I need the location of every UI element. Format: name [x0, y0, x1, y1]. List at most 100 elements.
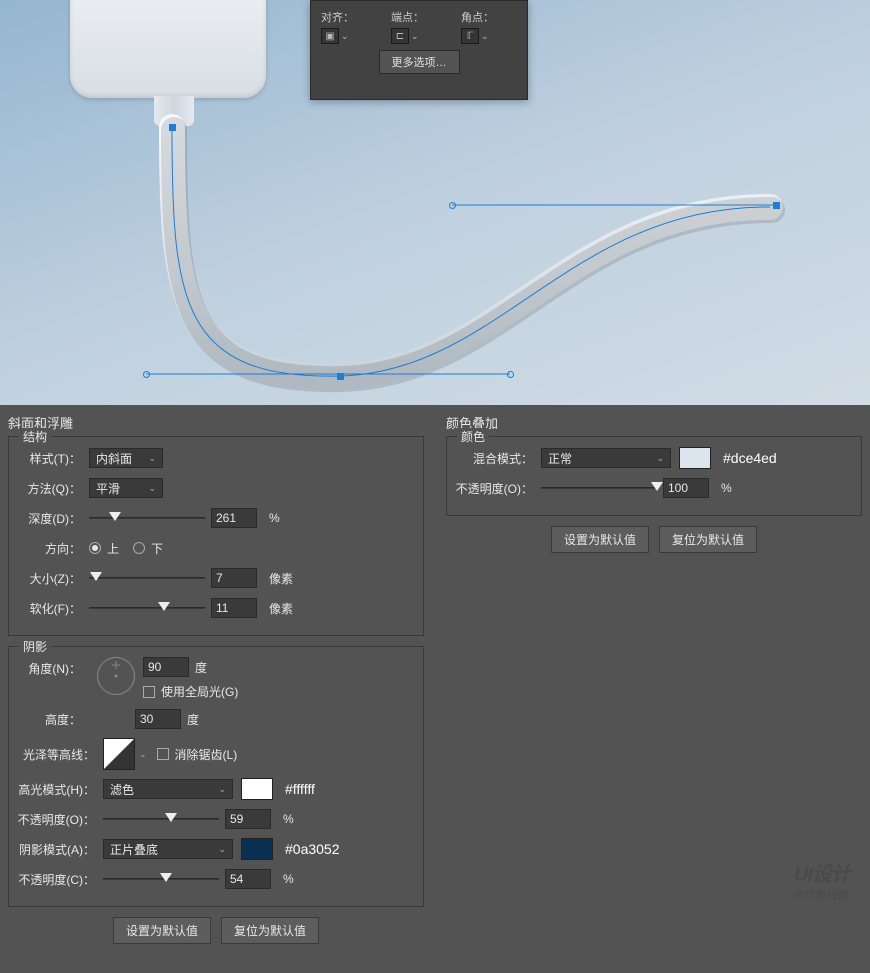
overlay-hex: #dce4ed: [723, 450, 777, 466]
overlay-opacity-slider[interactable]: [541, 480, 657, 496]
set-default-button[interactable]: 设置为默认值: [113, 917, 211, 944]
shadow-opacity-input[interactable]: [225, 869, 271, 889]
anchor-start[interactable]: [169, 124, 176, 131]
shadow-mode-select[interactable]: 正片叠底⌄: [103, 839, 233, 859]
reset-default-button[interactable]: 复位为默认值: [221, 917, 319, 944]
canvas-area: 对齐： ▣ ⌄ 端点： ⊏ ⌄ 角点： ℾ ⌄ 更多: [0, 0, 870, 405]
shadow-mode-label: 阴影模式(A)：: [17, 841, 103, 858]
highlight-mode-label: 高光模式(H)：: [17, 781, 103, 798]
angle-input[interactable]: [143, 657, 189, 677]
shadow-hex: #0a3052: [285, 841, 340, 857]
dir-down-text: 下: [151, 540, 163, 557]
direction-label: 方向：: [17, 540, 89, 557]
method-label: 方法(Q)：: [17, 480, 89, 497]
depth-input[interactable]: [211, 508, 257, 528]
direction-up-radio[interactable]: 上: [89, 540, 119, 557]
corner-label: 角点：: [461, 9, 517, 25]
align-label: 对齐：: [321, 9, 377, 25]
angle-label: 角度(N)：: [17, 657, 89, 677]
blend-value: 正常: [548, 450, 572, 467]
set-default-button[interactable]: 设置为默认值: [551, 526, 649, 553]
antialias-check[interactable]: 消除锯齿(L): [157, 746, 238, 763]
cap-label: 端点：: [391, 9, 447, 25]
size-label: 大小(Z)：: [17, 570, 89, 587]
chevron-down-icon: ⌄: [148, 483, 156, 494]
shadow-fieldset: 阴影 角度(N)： 度 使用全局光(G) 高度： 度 光泽等: [8, 646, 424, 907]
shadow-legend: 阴影: [19, 638, 51, 655]
angle-widget[interactable]: [97, 657, 135, 695]
bevel-title: 斜面和浮雕: [0, 405, 432, 436]
more-options-button[interactable]: 更多选项…: [379, 50, 460, 74]
shadow-opacity-label: 不透明度(C)：: [17, 871, 103, 888]
blend-label: 混合模式：: [455, 450, 541, 467]
soften-slider[interactable]: [89, 600, 205, 616]
chevron-down-icon: ⌄: [218, 784, 226, 795]
shadow-color-swatch[interactable]: [241, 838, 273, 860]
style-label: 样式(T)：: [17, 450, 89, 467]
altitude-input[interactable]: [135, 709, 181, 729]
highlight-mode-select[interactable]: 滤色 ⌄: [103, 779, 233, 799]
watermark: UI设计 优优教程网: [794, 858, 850, 903]
reset-default-button[interactable]: 复位为默认值: [659, 526, 757, 553]
global-light-check[interactable]: 使用全局光(G): [143, 683, 238, 700]
structure-legend: 结构: [19, 428, 51, 445]
gloss-contour[interactable]: [103, 738, 135, 770]
watermark-sub: 优优教程网: [794, 887, 850, 903]
highlight-opacity-label: 不透明度(O)：: [17, 811, 103, 828]
highlight-opacity-slider[interactable]: [103, 811, 219, 827]
dir-up-text: 上: [107, 540, 119, 557]
handle-2[interactable]: [507, 371, 514, 378]
size-unit: 像素: [269, 570, 293, 587]
chevron-down-icon: ⌄: [218, 844, 226, 855]
anchor-mid[interactable]: [337, 373, 344, 380]
size-slider[interactable]: [89, 570, 205, 586]
altitude-label: 高度：: [17, 711, 89, 728]
structure-fieldset: 结构 样式(T)： 内斜面⌄ 方法(Q)： 平滑⌄ 深度(D)： % 方向： 上: [8, 436, 424, 636]
bevel-panel: 斜面和浮雕 结构 样式(T)： 内斜面⌄ 方法(Q)： 平滑⌄ 深度(D)： %: [0, 405, 432, 973]
direction-down-radio[interactable]: 下: [133, 540, 163, 557]
method-value: 平滑: [96, 480, 120, 497]
align-icon[interactable]: ▣: [321, 28, 339, 44]
align-dropdown[interactable]: ⌄: [341, 31, 353, 42]
handle-1[interactable]: [143, 371, 150, 378]
style-value: 内斜面: [96, 450, 132, 467]
chevron-down-icon: ⌄: [148, 453, 156, 464]
overlay-opacity-input[interactable]: [663, 478, 709, 498]
color-fieldset: 颜色 混合模式： 正常⌄ #dce4ed 不透明度(O)： %: [446, 436, 862, 516]
color-legend: 颜色: [457, 428, 489, 445]
soften-unit: 像素: [269, 600, 293, 617]
anchor-end[interactable]: [773, 202, 780, 209]
corner-dropdown[interactable]: ⌄: [481, 31, 493, 42]
blend-select[interactable]: 正常 ⌄: [541, 448, 671, 468]
highlight-mode-value: 滤色: [110, 781, 134, 798]
watermark-main: UI设计: [794, 864, 850, 886]
stroke-panel: 对齐： ▣ ⌄ 端点： ⊏ ⌄ 角点： ℾ ⌄ 更多: [310, 0, 528, 100]
style-select[interactable]: 内斜面 ⌄: [89, 448, 163, 468]
handle-3[interactable]: [449, 202, 456, 209]
altitude-unit: 度: [187, 711, 199, 728]
overlay-opacity-label: 不透明度(O)：: [455, 480, 541, 497]
depth-unit: %: [269, 511, 280, 525]
overlay-color-swatch[interactable]: [679, 447, 711, 469]
chevron-down-icon[interactable]: ⌄: [139, 749, 147, 760]
chevron-down-icon: ⌄: [656, 453, 664, 464]
global-light-text: 使用全局光(G): [161, 683, 238, 700]
cap-dropdown[interactable]: ⌄: [411, 31, 423, 42]
depth-slider[interactable]: [89, 510, 205, 526]
gloss-label: 光泽等高线：: [17, 746, 103, 763]
size-input[interactable]: [211, 568, 257, 588]
color-overlay-panel: 颜色叠加 颜色 混合模式： 正常 ⌄ #dce4ed 不透明度(O)： % 设置为…: [438, 405, 870, 973]
pct-unit: %: [283, 872, 294, 886]
highlight-hex: #ffffff: [285, 781, 315, 797]
overlay-title: 颜色叠加: [438, 405, 870, 436]
highlight-opacity-input[interactable]: [225, 809, 271, 829]
angle-unit: 度: [195, 659, 207, 676]
antialias-text: 消除锯齿(L): [175, 746, 238, 763]
shadow-opacity-slider[interactable]: [103, 871, 219, 887]
method-select[interactable]: 平滑 ⌄: [89, 478, 163, 498]
cap-icon[interactable]: ⊏: [391, 28, 409, 44]
soften-input[interactable]: [211, 598, 257, 618]
highlight-color-swatch[interactable]: [241, 778, 273, 800]
pct-unit: %: [721, 481, 732, 495]
corner-icon[interactable]: ℾ: [461, 28, 479, 44]
